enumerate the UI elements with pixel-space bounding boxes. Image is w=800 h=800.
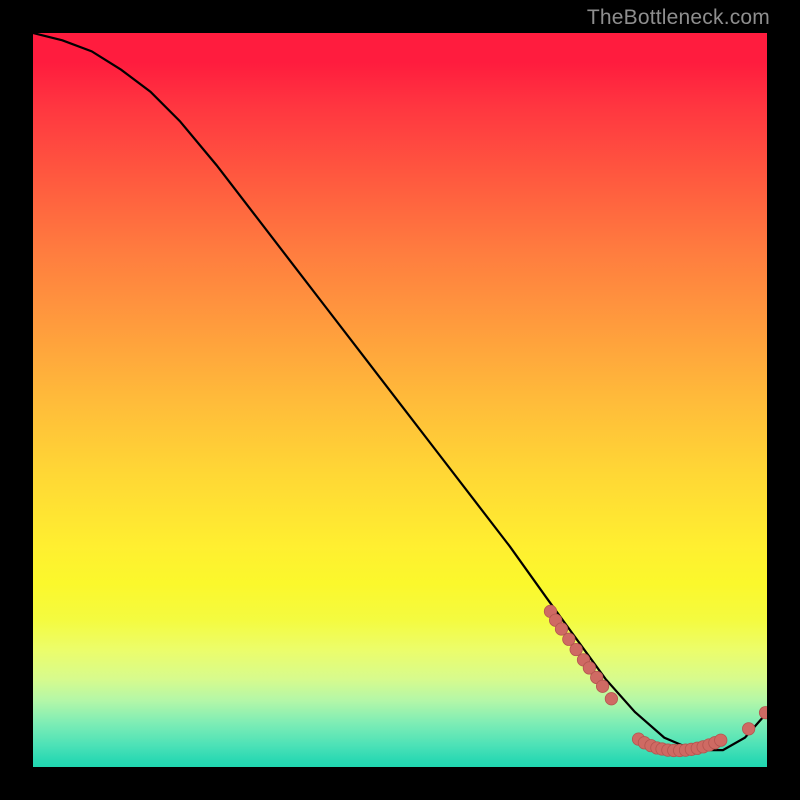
data-point	[742, 723, 754, 735]
data-point	[563, 633, 575, 645]
chart-stage: TheBottleneck.com	[0, 0, 800, 800]
data-point	[555, 623, 567, 635]
plot-area	[33, 33, 767, 767]
data-point	[759, 706, 767, 718]
watermark-text: TheBottleneck.com	[587, 6, 770, 30]
data-point	[605, 693, 617, 705]
data-point	[570, 643, 582, 655]
chart-svg	[33, 33, 767, 767]
data-point	[715, 734, 727, 746]
data-points	[544, 605, 767, 757]
bottleneck-curve	[33, 33, 767, 750]
data-point	[596, 680, 608, 692]
